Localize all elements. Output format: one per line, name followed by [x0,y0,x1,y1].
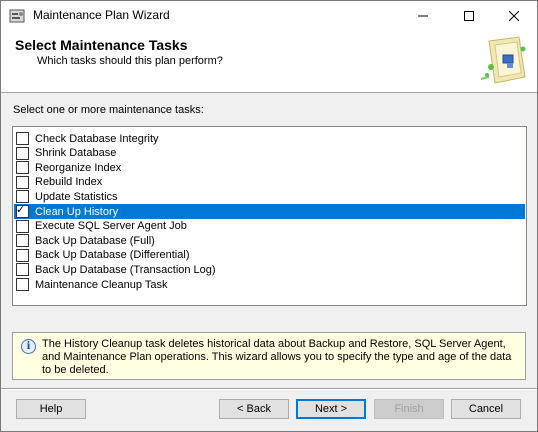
task-label: Reorganize Index [35,161,122,174]
task-item[interactable]: Reorganize Index [14,160,525,175]
wizard-window: Maintenance Plan Wizard Select Maintenan… [0,0,538,432]
app-icon [9,9,25,23]
task-checkbox[interactable] [16,175,29,189]
task-label: Back Up Database (Full) [35,234,155,247]
task-item[interactable]: Maintenance Cleanup Task [14,277,525,292]
task-item[interactable]: Shrink Database [14,146,525,161]
task-label: Shrink Database [35,147,117,160]
next-button[interactable]: Next > [296,399,366,419]
minimize-icon [418,15,428,17]
separator-highlight [1,389,537,390]
page-title: Select Maintenance Tasks [15,37,188,53]
task-label: Back Up Database (Transaction Log) [35,263,216,276]
window-title: Maintenance Plan Wizard [33,8,170,22]
maximize-icon [464,11,474,21]
task-item[interactable]: Execute SQL Server Agent Job [14,219,525,234]
info-icon: i [21,339,36,354]
task-label: Back Up Database (Differential) [35,249,190,262]
wizard-header-graphic [480,36,526,84]
minimize-button[interactable] [400,1,446,31]
maximize-button[interactable] [446,1,492,31]
task-checkbox[interactable] [16,248,29,262]
task-item[interactable]: Rebuild Index [14,175,525,190]
task-label: Clean Up History [35,205,119,218]
task-item[interactable]: Update Statistics [14,189,525,204]
task-checkbox[interactable] [16,263,29,277]
task-item[interactable]: Back Up Database (Full) [14,233,525,248]
wizard-header: Select Maintenance Tasks Which tasks sho… [1,31,537,93]
task-label: Maintenance Cleanup Task [35,278,168,291]
task-checkbox[interactable] [16,234,29,248]
task-prompt: Select one or more maintenance tasks: [13,104,204,116]
close-icon [509,11,519,21]
task-item[interactable]: Back Up Database (Transaction Log) [14,262,525,277]
task-list[interactable]: Check Database Integrity Shrink Database R… [12,126,527,306]
task-description-text: The History Cleanup task deletes histori… [42,338,512,376]
back-button[interactable]: < Back [219,399,289,419]
task-description-box: i The History Cleanup task deletes histo… [12,332,526,380]
task-label: Rebuild Index [35,176,103,189]
help-button[interactable]: Help [16,399,86,419]
task-checkbox[interactable] [16,190,29,204]
close-button[interactable] [491,1,537,31]
task-checkbox[interactable] [16,146,29,160]
page-subtitle: Which tasks should this plan perform? [37,55,223,67]
task-checkbox[interactable] [16,132,29,145]
task-label: Check Database Integrity [35,132,159,145]
task-label: Execute SQL Server Agent Job [35,220,187,233]
task-item[interactable]: Back Up Database (Differential) [14,248,525,263]
task-item[interactable]: Check Database Integrity [14,131,525,146]
cancel-button[interactable]: Cancel [451,399,521,419]
checkmark-icon: ✓ [16,204,26,216]
title-bar: Maintenance Plan Wizard [1,1,537,31]
task-checkbox[interactable] [16,161,29,175]
task-checkbox[interactable] [16,219,29,233]
finish-button[interactable]: Finish [374,399,444,419]
task-item[interactable]: ✓ Clean Up History [14,204,525,219]
task-checkbox[interactable]: ✓ [16,204,29,218]
task-checkbox[interactable] [16,278,29,291]
task-label: Update Statistics [35,190,118,203]
